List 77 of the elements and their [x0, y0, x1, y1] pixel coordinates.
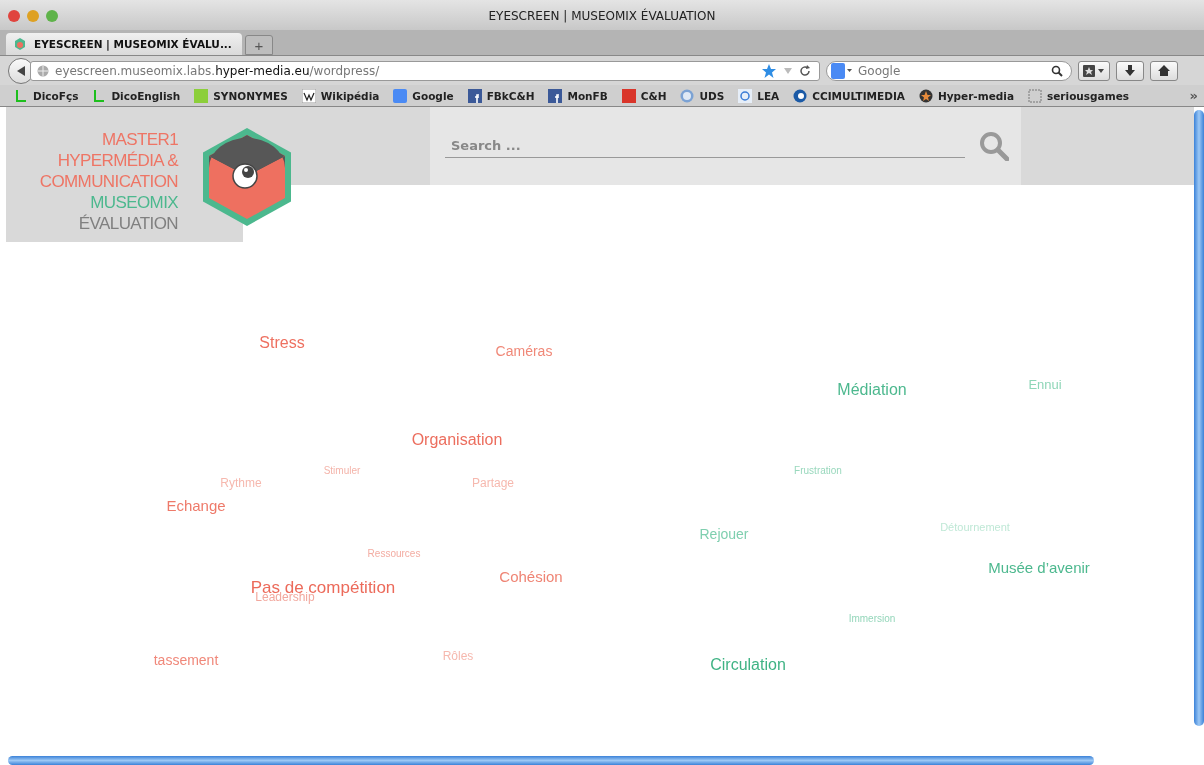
cloud-word: Partage [472, 476, 514, 490]
search-input[interactable]: Search ... [445, 134, 965, 158]
bookmark-icon [621, 88, 636, 103]
window-title: EYESCREEN | MUSEOMIX ÉVALUATION [488, 9, 716, 23]
bookmark-icon [194, 88, 209, 103]
logo-text: ÉVALUATION [78, 213, 178, 234]
facebook-icon [467, 88, 482, 103]
logo-text: MASTER1 [101, 129, 178, 150]
bookmark[interactable]: seriousgames [1028, 88, 1129, 103]
bookmark[interactable]: DicoFçs [14, 88, 79, 103]
facebook-icon [548, 88, 563, 103]
cloud-word: Immersion [848, 612, 896, 624]
browser-tab[interactable]: EYESCREEN | MUSEOMIX ÉVALU... [6, 33, 242, 55]
close-button[interactable] [8, 10, 20, 22]
reload-icon[interactable] [799, 64, 811, 77]
search-field[interactable]: Google [826, 60, 1072, 81]
cloud-word: Stimuler [323, 464, 361, 476]
bookmark[interactable]: UDS [680, 88, 725, 103]
cloud-word: Frustration [794, 464, 842, 476]
cloud-word: Circulation [710, 656, 786, 674]
bookmark[interactable]: CCIMULTIMEDIA [793, 88, 905, 103]
wikipedia-icon [301, 88, 316, 103]
star-icon[interactable] [761, 62, 777, 79]
home-button[interactable] [1150, 60, 1178, 81]
cloud-word: Cohésion [499, 567, 563, 585]
bookmark[interactable]: Wikipédia [301, 88, 380, 103]
bookmark-icon [793, 88, 808, 103]
logo-text: HYPERMÉDIA & [57, 150, 178, 171]
address-field[interactable]: eyescreen.museomix.labs.hyper-media.eu/wordpress/ [30, 60, 820, 81]
bookmark[interactable]: Hyper-media [918, 88, 1014, 103]
cloud-word: Caméras [495, 343, 553, 359]
hexagon-icon [14, 38, 26, 50]
cloud-word: Rejouer [699, 526, 749, 542]
home-icon [1158, 64, 1170, 77]
bookmark[interactable]: DicoEnglish [92, 88, 181, 103]
logo-text: COMMUNICATION [39, 171, 178, 192]
cloud-word: Musée d’avenir [988, 558, 1090, 576]
cloud-word: Ennui [1028, 376, 1062, 392]
dropdown-icon[interactable] [783, 65, 793, 76]
bookmark[interactable]: MonFB [548, 88, 608, 103]
logo-text: MUSEOMIX [90, 192, 178, 213]
search-field[interactable]: Search ... [430, 107, 1021, 185]
new-tab-button[interactable]: + [245, 35, 273, 55]
cloud-word: Détournement [940, 521, 1010, 533]
star-icon [918, 88, 933, 103]
zoom-button[interactable] [46, 10, 58, 22]
cloud-word: Médiation [837, 381, 907, 399]
cloud-word: Echange [166, 496, 226, 514]
back-icon [15, 64, 27, 77]
more-bookmarks-button[interactable]: » [1189, 88, 1198, 103]
bookmark-icon [92, 88, 107, 103]
cloud-word: Organisation [411, 431, 503, 449]
cloud-word: Stress [259, 334, 305, 352]
search-icon[interactable] [1051, 64, 1063, 77]
star-box-icon [1083, 64, 1105, 77]
bookmark-icon [738, 88, 753, 103]
download-icon [1124, 64, 1136, 77]
url-text: eyescreen.museomix.labs.hyper-media.eu/wordpress/ [55, 63, 380, 78]
cloud-word: Ressources [367, 547, 421, 559]
eye-logo-icon [203, 128, 291, 226]
google-icon[interactable] [831, 62, 853, 79]
bookmark-icon [14, 88, 28, 103]
bookmark[interactable]: LEA [738, 88, 780, 103]
bookmark[interactable]: SYNONYMES [194, 88, 288, 103]
bookmarks-menu-button[interactable] [1078, 60, 1110, 81]
cloud-word: Rôles [442, 649, 474, 663]
cloud-word: tassement [153, 652, 219, 668]
bookmark[interactable]: C&H [621, 88, 667, 103]
search-input[interactable]: Google [856, 62, 1048, 79]
globe-icon [37, 64, 49, 77]
folder-icon [1028, 88, 1042, 103]
bookmark[interactable]: FBkC&H [467, 88, 535, 103]
bookmark-icon [680, 88, 695, 103]
cloud-word: Rythme [220, 476, 262, 490]
bookmark-icon [393, 88, 408, 103]
bookmark[interactable]: Google [393, 88, 454, 103]
downloads-button[interactable] [1116, 60, 1144, 81]
